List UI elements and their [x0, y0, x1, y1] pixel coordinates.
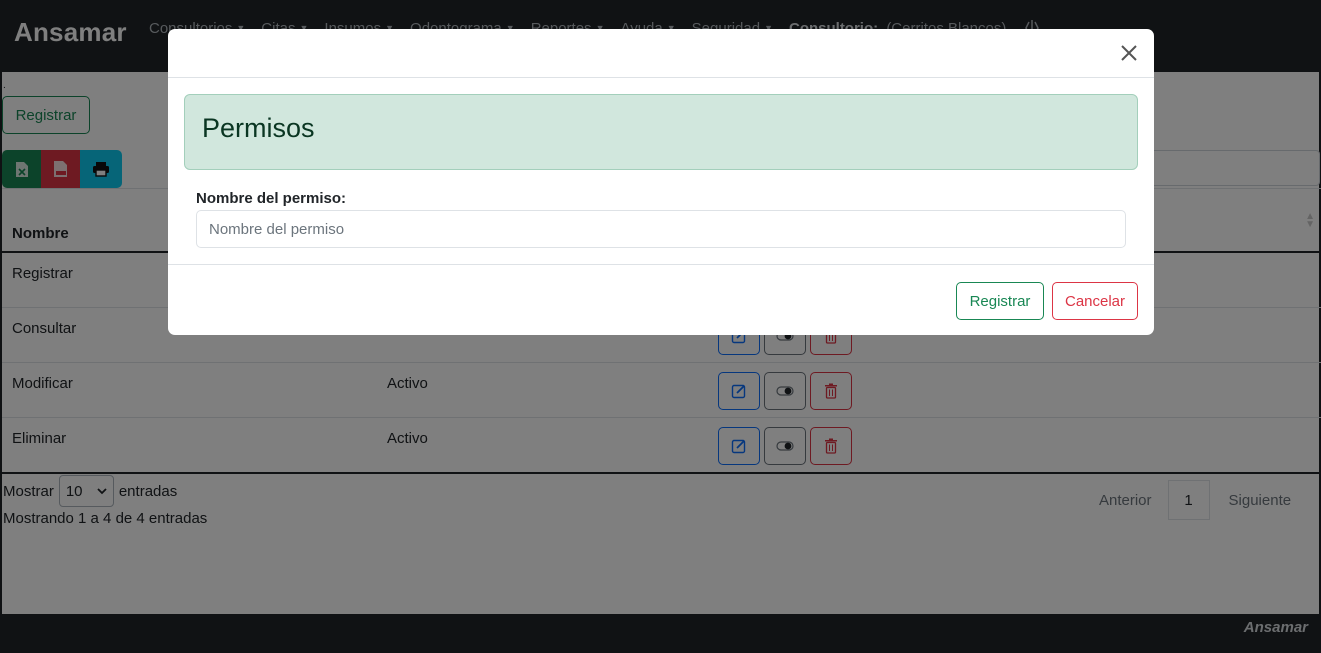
submit-button[interactable]: Registrar: [956, 282, 1044, 320]
close-icon: [1121, 45, 1137, 61]
close-button[interactable]: [1118, 42, 1140, 64]
permission-name-input[interactable]: [196, 210, 1126, 248]
modal-header: [168, 29, 1154, 78]
cancel-button[interactable]: Cancelar: [1052, 282, 1138, 320]
modal-title-banner: Permisos: [184, 94, 1138, 170]
permission-modal: Permisos Nombre del permiso: Registrar C…: [168, 29, 1154, 335]
modal-footer: Registrar Cancelar: [168, 264, 1154, 335]
modal-title: Permisos: [202, 113, 315, 143]
permission-name-label: Nombre del permiso:: [196, 190, 347, 207]
